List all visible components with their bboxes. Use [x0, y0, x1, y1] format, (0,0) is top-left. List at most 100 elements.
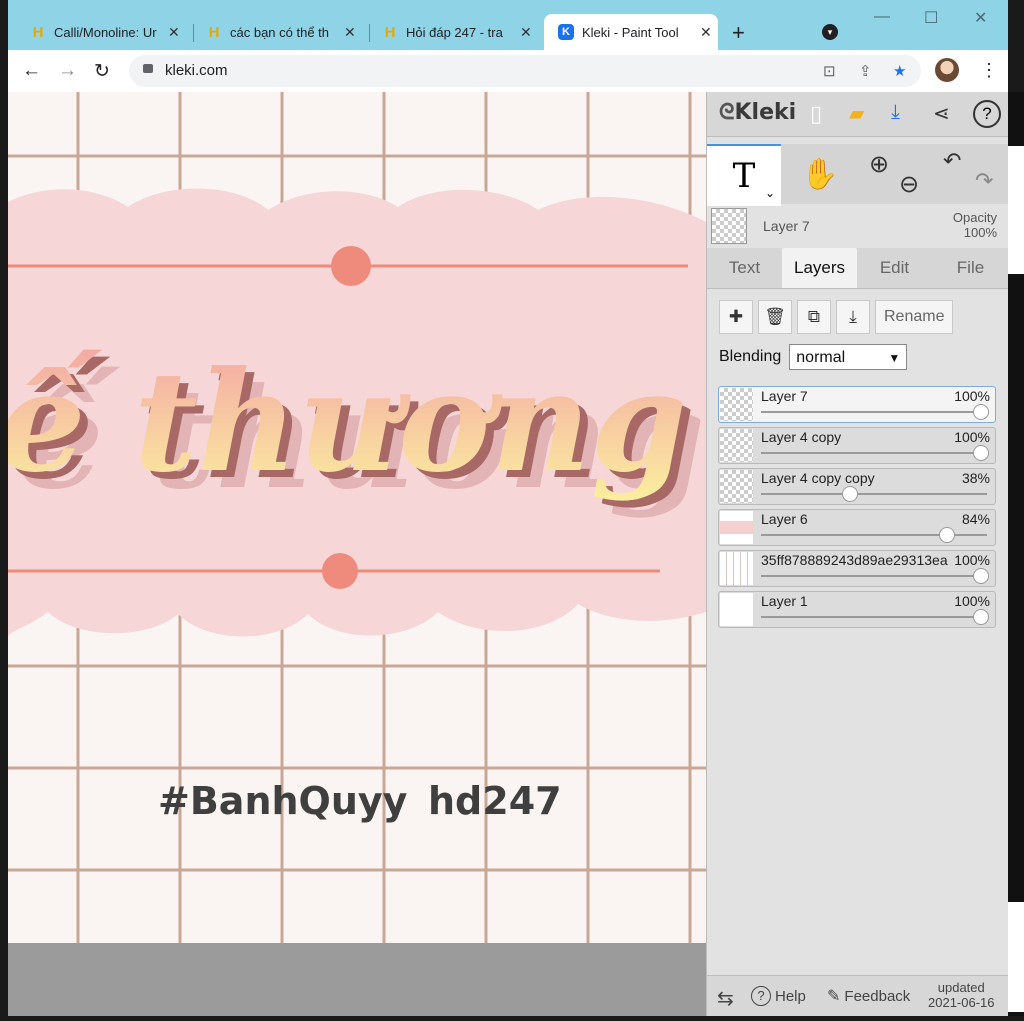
blending-select[interactable]: normal ▼ [789, 344, 908, 370]
opacity-slider-track[interactable] [761, 616, 987, 618]
maximize-icon[interactable]: ☐ [924, 8, 938, 28]
layer-item[interactable]: Layer 6 84% [718, 509, 996, 546]
layer-thumbnail [711, 208, 747, 244]
translate-icon[interactable]: ⊡ [823, 62, 836, 80]
tab-layers[interactable]: Layers [782, 248, 857, 288]
layer-list: Layer 7 100% Layer 4 copy 100% Layer 4 c… [718, 386, 996, 632]
opacity-slider-track[interactable] [761, 411, 987, 413]
feedback-link[interactable]: ✎ Feedback [827, 986, 910, 1006]
share-icon[interactable]: ⋖ [933, 101, 950, 126]
profile-avatar[interactable] [935, 58, 959, 82]
opacity-slider-track[interactable] [761, 575, 987, 577]
watermark-right: hd247 [428, 779, 562, 823]
close-icon[interactable]: ✕ [168, 24, 180, 41]
layer-item[interactable]: Layer 1 100% [718, 591, 996, 628]
tab-search-icon[interactable]: ▾ [822, 24, 838, 40]
tab-edit[interactable]: Edit [857, 248, 932, 288]
layer-opacity: 100% [954, 552, 990, 568]
layer-actions: ✚ 🗑 ⧉ ⤓ Rename [719, 300, 954, 334]
layer-thumbnail [720, 593, 753, 626]
artwork-text: ế thương [8, 340, 687, 503]
layer-item[interactable]: Layer 4 copy 100% [718, 427, 996, 464]
bookmark-star-icon[interactable]: ★ [893, 62, 906, 80]
layer-item[interactable]: Layer 4 copy copy 38% [718, 468, 996, 505]
open-folder-icon[interactable]: ▰ [849, 101, 864, 126]
tab-hoi-dap[interactable]: H Hỏi đáp 247 - tra ✕ [360, 14, 544, 50]
text-tool-icon: T [732, 156, 756, 196]
hoidap-icon: H [384, 23, 396, 41]
url-text: kleki.com [165, 62, 228, 79]
opacity-slider-track[interactable] [761, 452, 987, 454]
layer-item[interactable]: Layer 7 100% [718, 386, 996, 423]
opacity-slider-knob[interactable] [841, 486, 858, 502]
layer-opacity: 100% [954, 388, 990, 404]
add-layer-button[interactable]: ✚ [719, 300, 753, 334]
text-tool[interactable]: T ⌄ [707, 144, 781, 206]
rename-button[interactable]: Rename [875, 300, 954, 334]
hand-tool[interactable]: ✋ [783, 144, 857, 204]
opacity-slider-track[interactable] [761, 493, 987, 495]
tab-strip: H Calli/Monoline: Ur ✕ H các bạn có thể … [8, 0, 1008, 50]
layer-opacity: 84% [961, 511, 990, 527]
layer-opacity: 38% [961, 470, 990, 486]
opacity-slider-knob[interactable] [973, 609, 989, 625]
opacity-value: 100% [963, 225, 997, 240]
tool-row: T ⌄ ✋ ⊕ ⊖ ↶ ↷ [707, 144, 1008, 206]
help-icon[interactable]: ? [973, 100, 1001, 128]
updated-label: updated [937, 980, 985, 995]
layer-opacity: 100% [954, 429, 990, 445]
opacity-slider-knob[interactable] [973, 568, 989, 584]
opacity-slider-knob[interactable] [973, 445, 989, 461]
redo-icon[interactable]: ↷ [975, 168, 993, 194]
forward-icon[interactable]: → [58, 60, 77, 82]
share-icon[interactable]: ⇪ [859, 62, 872, 80]
tab-title: Hỏi đáp 247 - tra [406, 24, 503, 40]
kleki-logo: ᘓKleki [719, 100, 797, 125]
chevron-down-icon[interactable]: ⌄ [765, 186, 775, 200]
download-icon[interactable]: ⤓ [891, 101, 900, 124]
panel-footer: ⇆ ? Help ✎ Feedback updated 2021-06-16 [707, 975, 1008, 1016]
tab-calli[interactable]: H Calli/Monoline: Ur ✕ [8, 14, 194, 50]
browser-window: H Calli/Monoline: Ur ✕ H các bạn có thể … [8, 0, 1008, 1016]
updated-info: updated 2021-06-16 [928, 980, 995, 1010]
address-bar[interactable]: kleki.com ⊡ ⇪ ★ [129, 55, 921, 87]
layer-item[interactable]: 35ff878889243d89ae29313ea 100% [718, 550, 996, 587]
tab-cac-ban[interactable]: H các bạn có thể th ✕ [184, 14, 370, 50]
merge-down-button[interactable]: ⤓ [836, 300, 870, 334]
tab-file[interactable]: File [932, 248, 1008, 288]
hoidap-icon: H [208, 23, 220, 41]
undo-icon[interactable]: ↶ [943, 148, 961, 174]
zoom-out-icon[interactable]: ⊖ [899, 170, 919, 199]
canvas-background [8, 943, 706, 1016]
tab-text[interactable]: Text [707, 248, 782, 288]
new-tab-button[interactable]: + [732, 20, 745, 46]
hoidap-icon: H [32, 23, 44, 41]
tab-kleki[interactable]: K Kleki - Paint Tool ✕ [544, 14, 718, 50]
minimize-icon[interactable]: — [874, 8, 890, 26]
help-link[interactable]: ? Help [751, 986, 806, 1006]
close-icon[interactable]: ✕ [520, 24, 532, 41]
lock-icon [143, 64, 153, 73]
new-file-icon[interactable]: ▯ [810, 101, 822, 127]
blending-value: normal [796, 349, 846, 366]
layer-thumbnail [720, 511, 753, 544]
back-icon[interactable]: ← [22, 60, 41, 82]
zoom-tools[interactable]: ⊕ ⊖ [859, 144, 933, 204]
delete-layer-button[interactable]: 🗑 [758, 300, 792, 334]
layer-thumbnail [720, 429, 753, 462]
reload-icon[interactable]: ↻ [94, 60, 110, 83]
opacity-slider-knob[interactable] [973, 404, 989, 420]
menu-icon[interactable]: ⋮ [980, 60, 998, 81]
duplicate-layer-button[interactable]: ⧉ [797, 300, 831, 334]
zoom-in-icon[interactable]: ⊕ [869, 150, 889, 179]
browser-toolbar: ← → ↻ kleki.com ⊡ ⇪ ★ [8, 50, 1008, 93]
drawing-canvas[interactable]: ế thương ế thương ế thương #BanhQuyy hd2… [8, 92, 706, 943]
kleki-panel: ᘓKleki ▯ ▰ ⤓ ⋖ ? T ⌄ ✋ ⊕ ⊖ ↶ ↷ Layer 7 O… [706, 92, 1008, 1016]
close-icon[interactable]: ✕ [700, 24, 712, 41]
window-close-icon[interactable]: ✕ [974, 8, 987, 28]
opacity-slider-knob[interactable] [939, 527, 956, 543]
current-layer-name: Layer 7 [763, 218, 810, 234]
close-icon[interactable]: ✕ [344, 24, 356, 41]
swap-sides-icon[interactable]: ⇆ [717, 986, 734, 1011]
history-tools[interactable]: ↶ ↷ [935, 144, 1008, 204]
